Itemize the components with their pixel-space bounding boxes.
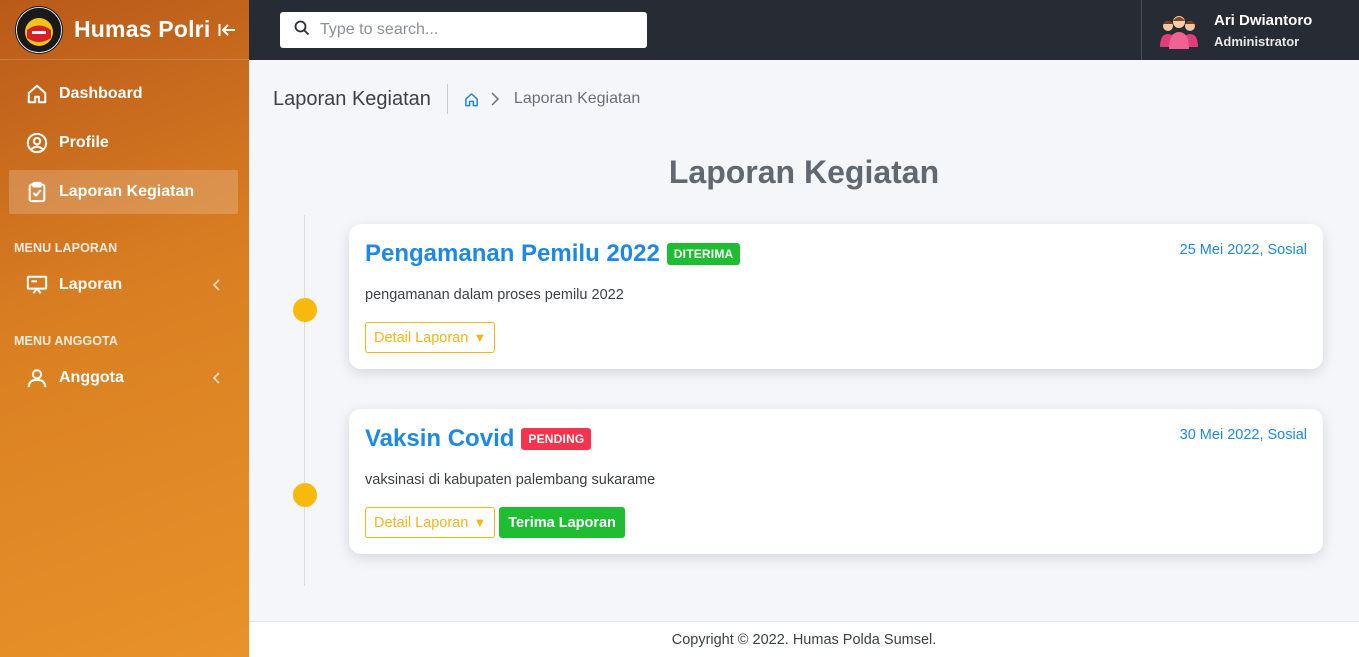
- section-title: Laporan Kegiatan: [668, 154, 940, 190]
- status-badge: DITERIMA: [666, 243, 741, 265]
- page-header: Laporan Kegiatan Laporan Kegiatan: [273, 84, 640, 114]
- chevron-left-icon: [212, 372, 224, 384]
- report-date: 25 Mei 2022, Sosial: [1179, 242, 1307, 258]
- sidebar: Humas Polri Dashboard Profile Laporan Ke…: [0, 0, 249, 657]
- chevron-left-icon: [212, 279, 224, 291]
- search-box[interactable]: [280, 12, 647, 48]
- user-name: Ari Dwiantoro: [1214, 11, 1313, 29]
- breadcrumb-current: Laporan Kegiatan: [513, 90, 641, 107]
- sidebar-item-dashboard[interactable]: Dashboard: [9, 72, 238, 116]
- timeline-dot: [293, 483, 317, 507]
- breadcrumb-home-icon[interactable]: [464, 91, 480, 107]
- timeline-dot: [293, 298, 317, 322]
- report-date: 30 Mei 2022, Sosial: [1179, 427, 1307, 443]
- search-input[interactable]: [320, 21, 620, 39]
- sidebar-item-profile[interactable]: Profile: [9, 121, 238, 165]
- detail-report-button[interactable]: Detail Laporan ▼: [365, 322, 496, 353]
- user-role: Administrator: [1214, 33, 1300, 49]
- copyright-text: Copyright © 2022. Humas Polda Sumsel.: [671, 632, 937, 648]
- detail-report-button[interactable]: Detail Laporan ▼: [365, 507, 496, 538]
- nav-section-header: MENU LAPORAN: [14, 241, 118, 255]
- main-content: Laporan Kegiatan Laporan Kegiatan Lapora…: [249, 60, 1359, 621]
- sidebar-item-label: Profile: [59, 134, 109, 151]
- presentation-icon: [25, 273, 49, 297]
- clipboard-check-icon: [25, 180, 49, 204]
- report-title: Vaksin Covid: [365, 425, 515, 452]
- caret-down-icon: ▼: [473, 330, 487, 345]
- report-card: Pengamanan Pemilu 2022 DITERIMA 25 Mei 2…: [349, 224, 1323, 369]
- report-card: Vaksin Covid PENDING 30 Mei 2022, Sosial…: [349, 409, 1323, 554]
- button-label: Detail Laporan: [374, 329, 469, 346]
- status-badge: PENDING: [521, 428, 592, 450]
- polri-logo: [15, 5, 63, 54]
- home-icon: [25, 82, 49, 106]
- page-title: Laporan Kegiatan: [273, 87, 431, 110]
- accept-report-button[interactable]: Terima Laporan: [499, 507, 625, 538]
- report-description: vaksinasi di kabupaten palembang sukaram…: [365, 472, 656, 488]
- sidebar-item-label: Laporan: [59, 276, 123, 293]
- button-label: Detail Laporan: [374, 514, 469, 531]
- user-circle-icon: [25, 131, 49, 155]
- divider: [446, 84, 448, 114]
- report-description: pengamanan dalam proses pemilu 2022: [365, 287, 624, 303]
- footer: Copyright © 2022. Humas Polda Sumsel.: [249, 621, 1359, 657]
- collapse-sidebar-icon[interactable]: [218, 20, 238, 40]
- brand: Humas Polri: [0, 0, 249, 60]
- sidebar-item-anggota[interactable]: Anggota: [9, 356, 238, 400]
- nav-section-header: MENU ANGGOTA: [14, 334, 118, 348]
- topbar: Ari Dwiantoro Administrator: [249, 0, 1359, 60]
- chevron-right-icon: [490, 92, 504, 106]
- sidebar-item-laporan[interactable]: Laporan: [9, 263, 238, 307]
- timeline-line: [304, 215, 305, 586]
- user-menu[interactable]: Ari Dwiantoro Administrator: [1141, 0, 1359, 60]
- avatar: [1160, 16, 1198, 49]
- caret-down-icon: ▼: [473, 515, 487, 530]
- sidebar-item-label: Anggota: [59, 369, 124, 386]
- brand-title: Humas Polri: [74, 16, 211, 42]
- report-title: Pengamanan Pemilu 2022: [365, 240, 660, 267]
- sidebar-nav: Dashboard Profile Laporan Kegiatan MENU …: [0, 60, 249, 400]
- search-icon: [294, 20, 310, 41]
- sidebar-item-label: Laporan Kegiatan: [59, 183, 195, 200]
- sidebar-item-label: Dashboard: [59, 85, 143, 102]
- user-icon: [25, 366, 49, 390]
- sidebar-item-laporan-kegiatan[interactable]: Laporan Kegiatan: [9, 170, 238, 214]
